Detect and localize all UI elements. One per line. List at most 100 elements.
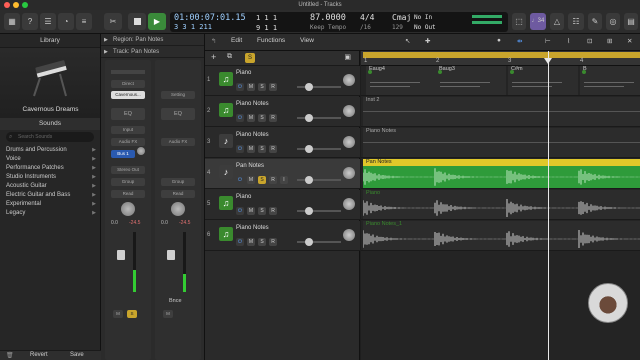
mute-button[interactable]: M bbox=[247, 83, 255, 91]
notepad-button[interactable]: ✎ bbox=[588, 13, 602, 30]
solo-button[interactable]: S bbox=[258, 176, 266, 184]
region[interactable]: Inst 2 bbox=[363, 97, 640, 126]
close-icon[interactable]: ✕ bbox=[627, 37, 632, 45]
search-input[interactable]: ⌕ Search Sounds bbox=[6, 132, 94, 142]
functions-menu[interactable]: Functions bbox=[257, 37, 285, 44]
division-display[interactable]: /16 bbox=[360, 24, 371, 31]
track-lane[interactable]: Piano Notes_1 bbox=[361, 221, 640, 251]
midi-region[interactable]: C#m bbox=[508, 66, 578, 95]
pan-knob[interactable] bbox=[343, 198, 355, 210]
mute-button[interactable]: M bbox=[247, 238, 255, 246]
mute-button-2[interactable]: M bbox=[163, 310, 173, 318]
midi-region[interactable]: B bbox=[580, 66, 640, 95]
setting-button-2[interactable]: Setting bbox=[161, 91, 195, 99]
power-icon[interactable]: ⏻ bbox=[236, 145, 244, 153]
track-name[interactable]: Piano bbox=[236, 194, 251, 200]
record-button[interactable]: R bbox=[269, 145, 277, 153]
track-name[interactable]: Piano Notes bbox=[236, 132, 269, 138]
record-button[interactable]: R bbox=[269, 207, 277, 215]
track-name[interactable]: Pan Notes bbox=[236, 163, 264, 169]
slider-handle[interactable] bbox=[305, 114, 313, 122]
track-inspector-row[interactable]: ▶ Track: Pan Notes bbox=[101, 46, 204, 58]
ruler[interactable]: 1 2 3 4 bbox=[361, 51, 640, 66]
scissors-icon[interactable]: ✂ bbox=[104, 13, 122, 30]
library-category[interactable]: Studio Instruments ▶ bbox=[0, 173, 100, 182]
record-button[interactable]: R bbox=[269, 114, 277, 122]
setting-button[interactable]: Cavernous... bbox=[111, 91, 145, 99]
eq-button-2[interactable]: EQ bbox=[161, 108, 195, 120]
library-category[interactable]: Drums and Percussion ▶ bbox=[0, 146, 100, 155]
zoom-window-button[interactable] bbox=[22, 2, 28, 8]
browser-button[interactable]: ▤ bbox=[624, 13, 638, 30]
input-button[interactable]: Input bbox=[111, 126, 145, 134]
track-lane[interactable]: Piano Notes bbox=[361, 128, 640, 158]
send-button[interactable]: Bus 1 bbox=[111, 150, 135, 158]
mute-button[interactable]: M bbox=[247, 145, 255, 153]
power-icon[interactable]: ⏻ bbox=[236, 176, 244, 184]
region-inspector-row[interactable]: ▶ Region: Pan Notes bbox=[101, 34, 204, 46]
library-category[interactable]: Voice ▶ bbox=[0, 155, 100, 164]
region[interactable]: Piano Notes bbox=[363, 128, 640, 157]
pan-knob[interactable] bbox=[343, 229, 355, 241]
record-button[interactable]: R bbox=[269, 83, 277, 91]
volume-slider[interactable] bbox=[297, 238, 341, 246]
back-icon[interactable]: ↰ bbox=[211, 37, 216, 45]
tempo-mode[interactable]: Keep Tempo bbox=[310, 24, 346, 31]
add-track-button[interactable]: + bbox=[211, 52, 216, 62]
delete-icon[interactable]: 🗑 bbox=[6, 352, 14, 359]
library-category[interactable]: Legacy ▶ bbox=[0, 209, 100, 218]
track-list-icon[interactable]: ▣ bbox=[344, 53, 351, 61]
volume-fader[interactable] bbox=[117, 250, 125, 260]
group-button[interactable]: Group bbox=[111, 178, 145, 186]
tempo-display[interactable]: 87.0000 bbox=[310, 13, 346, 23]
waveform-zoom-icon[interactable]: ⌇ bbox=[567, 37, 570, 45]
send-knob[interactable] bbox=[137, 147, 145, 155]
pan-knob[interactable] bbox=[343, 105, 355, 117]
midi-region[interactable]: Baug3 bbox=[436, 66, 506, 95]
solo-all-button[interactable]: S bbox=[245, 53, 255, 63]
toolbar-toggle-button[interactable]: ☰ bbox=[40, 13, 56, 30]
split-icon[interactable]: ⊞ bbox=[607, 37, 612, 45]
track-name[interactable]: Piano bbox=[236, 70, 251, 76]
eq-button[interactable]: EQ bbox=[111, 108, 145, 120]
track-header[interactable]: 3 ♪ Piano Notes ⏻ M S R bbox=[205, 128, 360, 158]
power-icon[interactable]: ⏻ bbox=[236, 238, 244, 246]
metronome-icon[interactable]: △ bbox=[550, 13, 564, 30]
view-menu[interactable]: View bbox=[300, 37, 314, 44]
power-icon[interactable]: ⏻ bbox=[236, 83, 244, 91]
audio-region-selected[interactable]: Pan Notes bbox=[363, 159, 640, 188]
input-monitor-button[interactable]: I bbox=[280, 176, 288, 184]
volume-slider[interactable] bbox=[297, 145, 341, 153]
cycle-region[interactable] bbox=[363, 52, 640, 58]
volume-slider[interactable] bbox=[297, 207, 341, 215]
audio-region[interactable]: Piano bbox=[363, 190, 640, 219]
flex-icon[interactable]: ⇹ bbox=[517, 37, 522, 45]
key-display[interactable]: Cmaj bbox=[392, 13, 411, 22]
volume-slider[interactable] bbox=[297, 114, 341, 122]
pencil-tool-icon[interactable]: ✚ bbox=[425, 37, 430, 45]
loop-browser-button[interactable]: ◎ bbox=[606, 13, 620, 30]
volume-fader-2[interactable] bbox=[167, 250, 175, 260]
help-button[interactable]: ? bbox=[22, 13, 38, 30]
smart-controls-button[interactable]: ◔ bbox=[58, 13, 74, 30]
power-icon[interactable]: ⏻ bbox=[236, 207, 244, 215]
automation-button[interactable]: Read bbox=[111, 190, 145, 198]
zoom-icon[interactable]: ⊡ bbox=[587, 37, 592, 45]
volume-slider[interactable] bbox=[297, 83, 341, 91]
automation-button-2[interactable]: Read bbox=[161, 190, 195, 198]
solo-button[interactable]: S bbox=[258, 238, 266, 246]
solo-button[interactable]: S bbox=[258, 145, 266, 153]
audio-fx-button[interactable]: Audio FX bbox=[111, 138, 145, 146]
output-button[interactable]: Stereo Out bbox=[111, 166, 145, 174]
track-lane[interactable]: Piano bbox=[361, 190, 640, 220]
pan-knob[interactable] bbox=[343, 74, 355, 86]
lcd-display[interactable]: 01:00:07:01.15 3 3 1 211 1 1 1 9 1 1 87.… bbox=[170, 12, 508, 32]
list-editors-button[interactable]: ☷ bbox=[568, 13, 584, 30]
solo-button[interactable]: S bbox=[258, 207, 266, 215]
mute-button[interactable]: M bbox=[247, 114, 255, 122]
revert-button[interactable]: Revert bbox=[30, 352, 48, 358]
track-lane[interactable]: Inst 2 bbox=[361, 97, 640, 127]
close-window-button[interactable] bbox=[4, 2, 10, 8]
track-lane[interactable]: Pan Notes bbox=[361, 159, 640, 189]
solo-button[interactable]: S bbox=[258, 83, 266, 91]
